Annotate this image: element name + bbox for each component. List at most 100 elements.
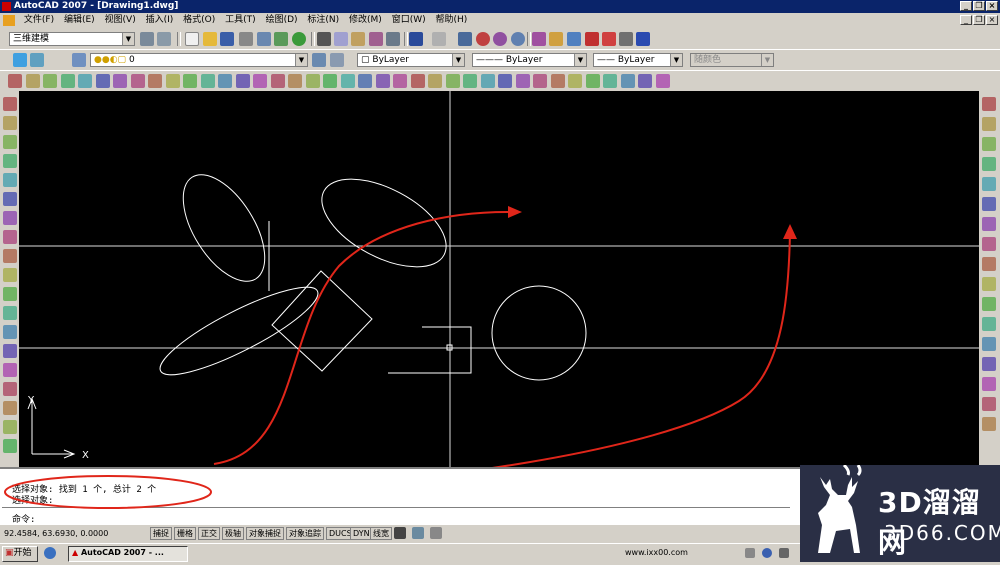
loft-icon[interactable] — [340, 74, 355, 88]
visual-style-wire-icon[interactable] — [463, 74, 477, 88]
menu-edit[interactable]: 编辑(E) — [64, 15, 95, 25]
construction-line-icon[interactable] — [3, 116, 17, 130]
match-properties-icon[interactable] — [369, 32, 383, 46]
menu-window[interactable]: 窗口(W) — [392, 15, 426, 25]
torus-icon[interactable] — [200, 74, 215, 88]
tray-keyboard-icon[interactable] — [745, 548, 755, 558]
mirror-icon[interactable] — [982, 137, 996, 151]
menu-file[interactable]: 文件(F) — [24, 15, 54, 25]
otrack-toggle[interactable]: 对象追踪 — [286, 527, 324, 540]
properties-icon[interactable] — [532, 32, 546, 46]
presspull-icon[interactable] — [288, 74, 302, 88]
tray-settings-icon[interactable] — [430, 527, 442, 539]
zoom-window-icon[interactable] — [493, 32, 507, 46]
pan-icon[interactable] — [458, 32, 472, 46]
workspace-save-icon[interactable] — [157, 32, 171, 46]
break-at-point-icon[interactable] — [982, 317, 996, 331]
extend-icon[interactable] — [982, 297, 996, 311]
grid-toggle[interactable]: 栅格 — [174, 527, 196, 540]
3d-dwf-icon[interactable] — [292, 32, 306, 46]
taskbar-autocad-button[interactable]: ▲ AutoCAD 2007 - ... — [68, 546, 188, 562]
workspace-select[interactable]: 三维建模 ▼ — [9, 32, 135, 46]
paste-icon[interactable] — [351, 32, 365, 46]
lineweight-select[interactable]: —— ByLayer ▼ — [593, 53, 683, 67]
ie-icon[interactable] — [44, 547, 56, 559]
menu-draw[interactable]: 绘图(D) — [266, 15, 298, 25]
visual-style-realistic-icon[interactable] — [498, 74, 512, 88]
gradient-icon[interactable] — [3, 382, 17, 396]
start-button[interactable]: ▣开始 — [2, 546, 38, 562]
front-view-icon[interactable] — [638, 74, 652, 88]
model-icon[interactable] — [394, 527, 406, 539]
close-button[interactable]: × — [986, 1, 998, 11]
ellipse-icon[interactable] — [3, 268, 17, 282]
lights-icon[interactable] — [550, 74, 565, 88]
slice-icon[interactable] — [410, 74, 425, 88]
union-icon[interactable] — [358, 74, 372, 88]
zoom-realtime-icon[interactable] — [476, 32, 490, 46]
break-icon[interactable] — [982, 337, 996, 351]
free-orbit-icon[interactable] — [25, 74, 40, 88]
visual-style-conceptual-icon[interactable] — [515, 74, 530, 88]
circle-icon[interactable] — [3, 211, 17, 225]
undo-icon[interactable] — [409, 32, 423, 46]
tray-mic-icon[interactable] — [779, 548, 789, 558]
extrude-icon[interactable] — [270, 74, 285, 88]
insert-block-icon[interactable] — [3, 306, 17, 320]
snap-toggle[interactable]: 捕捉 — [150, 527, 172, 540]
visual-style-hidden-icon[interactable] — [480, 74, 495, 88]
tool-palettes-icon[interactable] — [567, 32, 581, 46]
menu-view[interactable]: 视图(V) — [105, 15, 136, 25]
layer-states-icon[interactable] — [72, 53, 86, 67]
block-editor-icon[interactable] — [386, 32, 400, 46]
layer-tools-icon[interactable] — [30, 53, 44, 67]
print-icon[interactable] — [239, 32, 253, 46]
linetype-select[interactable]: ——— ByLayer ▼ — [472, 53, 587, 67]
menu-insert[interactable]: 插入(I) — [146, 15, 174, 25]
make-current-icon[interactable] — [312, 53, 326, 67]
cone-icon[interactable] — [148, 74, 162, 88]
polar-toggle[interactable]: 极轴 — [222, 527, 244, 540]
wedge-icon[interactable] — [130, 74, 145, 88]
layer-select[interactable]: ●●◐▢ 0 ▼ — [90, 53, 308, 67]
move-icon[interactable] — [982, 197, 996, 211]
workspace-settings-icon[interactable] — [140, 32, 154, 46]
sheet-set-icon[interactable] — [585, 32, 599, 46]
named-views-icon[interactable] — [603, 74, 617, 88]
open-folder-icon[interactable] — [203, 32, 217, 46]
walk-icon[interactable] — [78, 74, 92, 88]
subtract-icon[interactable] — [375, 74, 390, 88]
sun-icon[interactable] — [585, 74, 600, 88]
trim-icon[interactable] — [982, 277, 996, 291]
redo-icon[interactable] — [432, 32, 446, 46]
ellipse-arc-icon[interactable] — [3, 287, 17, 301]
hatch-icon[interactable] — [3, 363, 17, 377]
drawing-canvas[interactable]: Y X — [19, 91, 979, 490]
make-block-icon[interactable] — [3, 325, 17, 339]
scale-icon[interactable] — [982, 237, 996, 251]
tray-help-icon[interactable] — [762, 548, 772, 558]
pyramid-icon[interactable] — [218, 74, 232, 88]
offset-icon[interactable] — [982, 157, 996, 171]
zoom-previous-icon[interactable] — [511, 32, 525, 46]
copy-icon[interactable] — [334, 32, 348, 46]
doc-minimize-button[interactable]: _ — [960, 15, 972, 25]
menu-help[interactable]: 帮助(H) — [436, 15, 468, 25]
materials-icon[interactable] — [568, 74, 582, 88]
calculator-icon[interactable] — [619, 32, 633, 46]
array-icon[interactable] — [982, 177, 996, 191]
menu-format[interactable]: 格式(O) — [183, 15, 215, 25]
layer-previous-icon[interactable] — [330, 53, 344, 67]
color-select[interactable]: ▢ ByLayer ▼ — [357, 53, 465, 67]
thicken-icon[interactable] — [428, 74, 442, 88]
cut-icon[interactable] — [317, 32, 331, 46]
fly-icon[interactable] — [95, 74, 110, 88]
join-icon[interactable] — [982, 357, 996, 371]
design-center-icon[interactable] — [549, 32, 563, 46]
restore-button[interactable]: ❐ — [973, 1, 985, 11]
markup-icon[interactable] — [602, 32, 616, 46]
osnap-toggle[interactable]: 对象捕捉 — [246, 527, 284, 540]
revolve-icon[interactable] — [323, 74, 337, 88]
spline-icon[interactable] — [3, 249, 17, 263]
iso-view-icon[interactable] — [655, 74, 670, 88]
